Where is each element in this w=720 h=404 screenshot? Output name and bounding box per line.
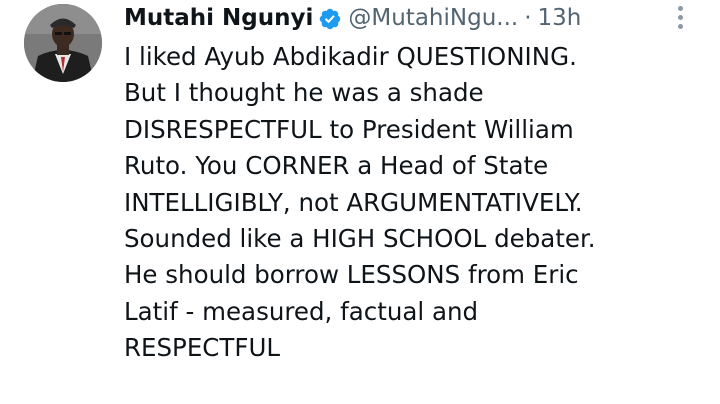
more-dot	[678, 6, 683, 11]
verified-badge-icon	[318, 6, 342, 30]
tweet-text-line: He should borrow LESSONS from Eric	[124, 260, 579, 290]
tweet-text-line: Sounded like a HIGH SCHOOL debater.	[124, 224, 596, 254]
more-dot	[678, 15, 683, 20]
more-dot	[678, 24, 683, 29]
avatar[interactable]	[24, 4, 102, 82]
tweet-text-line: INTELLIGIBLY, not ARGUMENTATIVELY.	[124, 187, 583, 217]
tweet-text-line: Latif - measured, factual and	[124, 296, 479, 326]
separator-dot: ·	[524, 5, 532, 31]
tweet-text: I liked Ayub Abdikadir QUESTIONING. But …	[124, 39, 714, 367]
tweet-header: Mutahi Ngunyi @MutahiNgu... · 13h	[124, 0, 581, 36]
tweet[interactable]: Mutahi Ngunyi @MutahiNgu... · 13h I like…	[0, 0, 720, 404]
tweet-text-line: DISRESPECTFUL to President William	[124, 114, 574, 144]
timestamp[interactable]: 13h	[538, 0, 582, 36]
tweet-text-line: Ruto. You CORNER a Head of State	[124, 151, 549, 181]
tweet-text-line: RESPECTFUL	[124, 333, 281, 363]
display-name[interactable]: Mutahi Ngunyi	[124, 0, 313, 36]
more-options-icon[interactable]	[674, 4, 688, 32]
user-handle[interactable]: @MutahiNgu...	[348, 0, 518, 36]
avatar-image	[24, 4, 102, 82]
tweet-text-line: I liked Ayub Abdikadir QUESTIONING.	[124, 42, 577, 71]
tweet-text-line: But I thought he was a shade	[124, 78, 484, 108]
